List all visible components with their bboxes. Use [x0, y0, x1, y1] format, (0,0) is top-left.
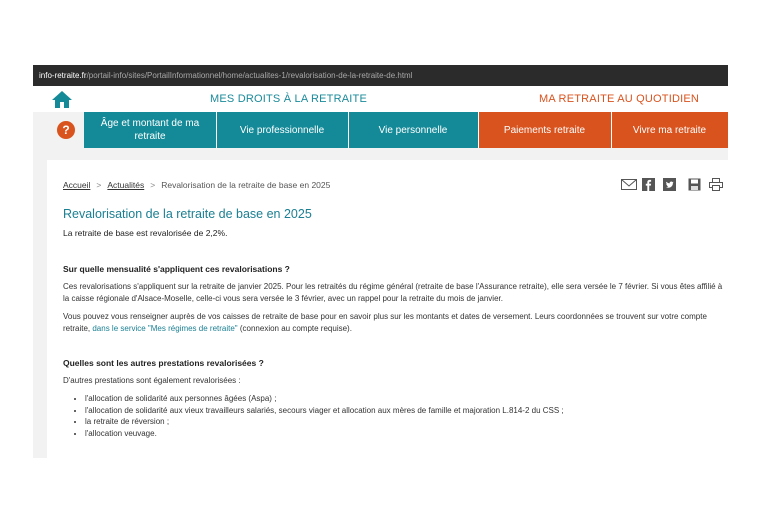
section-heading: Quelles sont les autres prestations reva… — [63, 358, 264, 368]
nav-age-montant[interactable]: Âge et montant de ma retraite — [84, 112, 216, 148]
nav-divider — [348, 112, 349, 148]
site-header: MES DROITS À LA RETRAITE MA RETRAITE AU … — [33, 86, 728, 112]
nav-divider — [611, 112, 612, 148]
list-item: l'allocation de solidarité aux vieux tra… — [85, 405, 715, 417]
address-bar[interactable]: info-retraite.fr/portail-info/sites/Port… — [33, 65, 728, 86]
daily-section-link[interactable]: MA RETRAITE AU QUOTIDIEN — [539, 93, 699, 105]
nav-divider — [216, 112, 217, 148]
nav-vie-personnelle[interactable]: Vie personnelle — [348, 112, 478, 148]
list-item: l'allocation de solidarité aux personnes… — [85, 393, 715, 405]
article-content: Accueil > Actualités > Revalorisation de la … — [47, 160, 728, 458]
nav-divider — [478, 112, 479, 148]
paragraph: D'autres prestations sont également reva… — [63, 376, 241, 385]
browser-frame: info-retraite.fr/portail-info/sites/Port… — [33, 65, 728, 458]
nav-vivre-ma-retraite[interactable]: Vivre ma retraite — [611, 112, 728, 148]
list-item: l'allocation veuvage. — [85, 428, 715, 440]
list-item: la retraite de réversion ; — [85, 416, 715, 428]
print-icon[interactable] — [709, 177, 723, 191]
page-title: Revalorisation de la retraite de base en… — [63, 207, 312, 221]
mail-icon[interactable] — [621, 178, 637, 191]
chevron-right-icon: > — [150, 180, 156, 190]
breadcrumb-current: Revalorisation de la retraite de base en… — [161, 180, 331, 190]
help-icon: ? — [57, 121, 75, 139]
breadcrumb-home[interactable]: Accueil — [63, 180, 90, 190]
paragraph-text: (connexion au compte requise). — [237, 324, 352, 333]
paragraph: Ces revalorisations s'appliquent sur la … — [63, 282, 723, 303]
home-icon[interactable] — [51, 89, 73, 109]
url-host: info-retraite.fr — [39, 71, 87, 80]
nav-vie-professionnelle[interactable]: Vie professionnelle — [216, 112, 348, 148]
breadcrumb-section[interactable]: Actualités — [107, 180, 144, 190]
benefits-list: l'allocation de solidarité aux personnes… — [75, 393, 715, 439]
mes-regimes-link[interactable]: dans le service "Mes régimes de retraite… — [92, 324, 237, 333]
help-button[interactable]: ? — [33, 112, 84, 148]
twitter-icon[interactable] — [663, 177, 677, 191]
rights-section-link[interactable]: MES DROITS À LA RETRAITE — [210, 93, 367, 105]
article-lead: La retraite de base est revalorisée de 2… — [63, 228, 228, 238]
share-toolbar — [621, 176, 730, 192]
save-icon[interactable] — [688, 178, 702, 191]
nav-paiements-retraite[interactable]: Paiements retraite — [478, 112, 611, 148]
main-nav: ? Âge et montant de ma retraite Vie prof… — [33, 112, 728, 148]
breadcrumb: Accueil > Actualités > Revalorisation de la … — [63, 180, 330, 190]
paragraph: Vous pouvez vous renseigner auprès de vo… — [63, 311, 723, 335]
url-path: /portail-info/sites/PortailInformationne… — [86, 71, 413, 80]
chevron-right-icon: > — [96, 180, 102, 190]
section-heading: Sur quelle mensualité s'appliquent ces r… — [63, 264, 290, 274]
facebook-icon[interactable] — [642, 177, 656, 191]
